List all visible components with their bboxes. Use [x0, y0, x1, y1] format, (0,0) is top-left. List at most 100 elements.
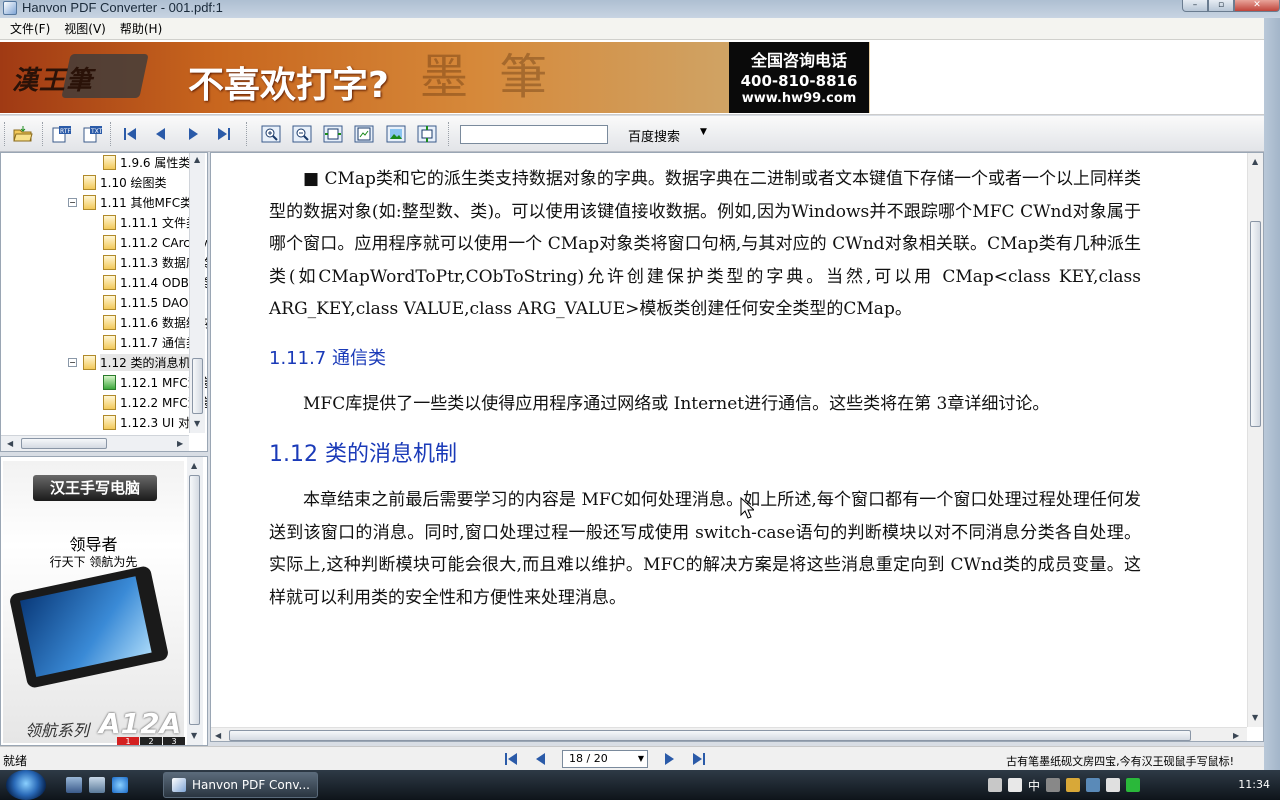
- scroll-right-icon[interactable]: ▶: [1233, 731, 1239, 740]
- first-page-button[interactable]: [120, 124, 140, 144]
- tree-horizontal-scrollbar[interactable]: ◀ ▶: [1, 435, 189, 451]
- status-slogan[interactable]: 古有笔墨纸砚文房四宝,今有汉王砚鼠手写鼠标!: [1006, 753, 1234, 769]
- scroll-right-icon[interactable]: ▶: [177, 439, 183, 448]
- scroll-down-icon[interactable]: ▼: [191, 731, 197, 740]
- bookmark-tree: 1.9.6 属性类 1.10 绘图类 − 1.11 其他MFC类 1.11.1 文件类 1…: [0, 152, 208, 452]
- close-button[interactable]: ✕: [1234, 0, 1280, 12]
- export-txt-button[interactable]: TXT: [83, 124, 103, 144]
- ad-page-1[interactable]: 1: [117, 737, 139, 745]
- search-engine-dropdown-icon[interactable]: ▼: [700, 127, 707, 137]
- tree-item[interactable]: 1.9.6 属性类: [103, 153, 190, 172]
- scroll-left-icon[interactable]: ◀: [215, 731, 221, 740]
- actual-size-button[interactable]: [386, 124, 406, 144]
- page-icon: [103, 234, 116, 250]
- scroll-up-icon[interactable]: ▲: [191, 461, 197, 470]
- ad-page-2[interactable]: 2: [140, 737, 162, 745]
- scroll-down-icon[interactable]: ▼: [194, 419, 200, 428]
- tree-item[interactable]: 1.11.1 文件类: [103, 212, 198, 232]
- toolbar-separator: [246, 122, 249, 146]
- document-scroll-thumb[interactable]: [1250, 221, 1261, 427]
- clock[interactable]: 11:34: [1238, 778, 1270, 791]
- export-rtf-button[interactable]: RTF: [52, 124, 72, 144]
- last-page-button[interactable]: [214, 124, 234, 144]
- paragraph-message: 本章结束之前最后需要学习的内容是 MFC如何处理消息。如上所述,每个窗口都有一个…: [269, 490, 1141, 608]
- window-right-frame: [1264, 18, 1280, 770]
- ime-settings-icon[interactable]: [1046, 778, 1061, 792]
- security-icon[interactable]: [1126, 778, 1141, 792]
- tray-app-icon[interactable]: [1066, 778, 1081, 792]
- volume-icon[interactable]: [1106, 778, 1121, 792]
- tree-hscroll-thumb[interactable]: [21, 438, 107, 449]
- last-page-icon: [218, 128, 230, 140]
- ad-banner[interactable]: 墨 筆 漢王筆 不喜欢打字? 全国咨询电话 400-810-8816 www.h…: [0, 40, 1264, 115]
- next-page-button[interactable]: [183, 124, 203, 144]
- pen-input-icon[interactable]: [1008, 778, 1022, 792]
- tree-scroll-thumb[interactable]: [192, 358, 203, 414]
- status-prev-page-button[interactable]: [530, 750, 552, 768]
- status-bar: 就绪 18 / 20 ▼ 古有笔墨纸砚文房四宝,今有汉王砚鼠手写鼠标!: [0, 746, 1264, 770]
- switch-windows-icon[interactable]: [89, 777, 105, 793]
- zoom-out-button[interactable]: [292, 124, 312, 144]
- scroll-up-icon[interactable]: ▲: [1252, 157, 1258, 166]
- tree-item[interactable]: 1.12.3 UI 对象: [103, 412, 202, 432]
- page-icon: [103, 274, 116, 290]
- network-icon[interactable]: [1086, 778, 1101, 792]
- banner-phone-box: 全国咨询电话 400-810-8816 www.hw99.com: [729, 42, 869, 113]
- taskbar-app-button[interactable]: Hanvon PDF Conv...: [163, 772, 318, 798]
- scroll-up-icon[interactable]: ▲: [194, 155, 200, 164]
- page-select[interactable]: 18 / 20 ▼: [562, 750, 648, 768]
- tree-collapse-icon[interactable]: −: [68, 197, 77, 207]
- document-content: ■ CMap类和它的派生类支持数据对象的字典。数据字典在二进制或者文本键值下存储…: [269, 163, 1141, 614]
- ad-vertical-scrollbar[interactable]: ▲ ▼: [187, 457, 203, 745]
- status-last-page-button[interactable]: [688, 750, 710, 768]
- ad-brand: 汉王手写电脑: [33, 475, 157, 501]
- export-txt-icon: TXT: [83, 126, 103, 143]
- ime-indicator[interactable]: 中: [1028, 777, 1040, 794]
- ie-browser-icon[interactable]: [112, 777, 128, 793]
- status-first-page-button[interactable]: [500, 750, 522, 768]
- fit-width-button[interactable]: [323, 124, 343, 144]
- paragraph-cmap: ■ CMap类和它的派生类支持数据对象的字典。数据字典在二进制或者文本键值下存储…: [269, 169, 1141, 319]
- first-page-icon: [505, 753, 517, 765]
- minimize-button[interactable]: –: [1182, 0, 1208, 12]
- fit-height-button[interactable]: [417, 124, 437, 144]
- open-file-button[interactable]: [13, 124, 33, 144]
- start-button[interactable]: [6, 770, 46, 800]
- scroll-down-icon[interactable]: ▼: [1252, 713, 1258, 722]
- tree-item[interactable]: − 1.12 类的消息机制: [68, 352, 203, 372]
- tree-collapse-icon[interactable]: −: [68, 357, 77, 367]
- scroll-left-icon[interactable]: ◀: [7, 439, 13, 448]
- prev-page-icon: [156, 128, 165, 140]
- prev-page-button[interactable]: [151, 124, 171, 144]
- status-text: 就绪: [3, 754, 28, 768]
- zoom-in-button[interactable]: [261, 124, 281, 144]
- chevron-down-icon: ▼: [637, 754, 644, 763]
- menu-view[interactable]: 视图(V): [57, 20, 113, 37]
- page-icon: [103, 154, 116, 170]
- folder-open-icon: [13, 126, 33, 142]
- tree-item[interactable]: 1.11.7 通信类: [103, 332, 198, 352]
- app-icon: [3, 1, 17, 15]
- tree-item[interactable]: 1.10 绘图类: [83, 172, 167, 192]
- export-rtf-icon: RTF: [52, 126, 71, 143]
- side-ad-panel[interactable]: 汉王手写电脑 领导者 行天下 领航为先 领航系列 A12A 1 2 3 ▲ ▼: [0, 456, 208, 746]
- document-horizontal-scrollbar[interactable]: ◀ ▶: [211, 727, 1247, 741]
- keyboard-icon[interactable]: [988, 778, 1002, 792]
- ad-scroll-thumb[interactable]: [189, 475, 200, 725]
- tree-vertical-scrollbar[interactable]: ▲ ▼: [189, 153, 205, 433]
- maximize-button[interactable]: ▫: [1208, 0, 1234, 12]
- page-icon: [83, 174, 96, 190]
- show-desktop-icon[interactable]: [66, 777, 82, 793]
- menu-help[interactable]: 帮助(H): [113, 20, 169, 37]
- document-hscroll-thumb[interactable]: [229, 730, 1191, 741]
- ad-page-3[interactable]: 3: [163, 737, 185, 745]
- document-vertical-scrollbar[interactable]: ▲ ▼: [1247, 153, 1263, 727]
- tree-item[interactable]: − 1.11 其他MFC类: [68, 192, 192, 212]
- tree-item[interactable]: 1.11.5 DAO类: [103, 292, 200, 312]
- search-engine-button[interactable]: 百度搜索: [628, 126, 680, 145]
- search-input[interactable]: [460, 125, 608, 144]
- status-next-page-button[interactable]: [658, 750, 680, 768]
- document-view[interactable]: ■ CMap类和它的派生类支持数据对象的字典。数据字典在二进制或者文本键值下存储…: [210, 152, 1264, 742]
- menu-file[interactable]: 文件(F): [3, 20, 57, 37]
- fit-page-button[interactable]: [354, 124, 374, 144]
